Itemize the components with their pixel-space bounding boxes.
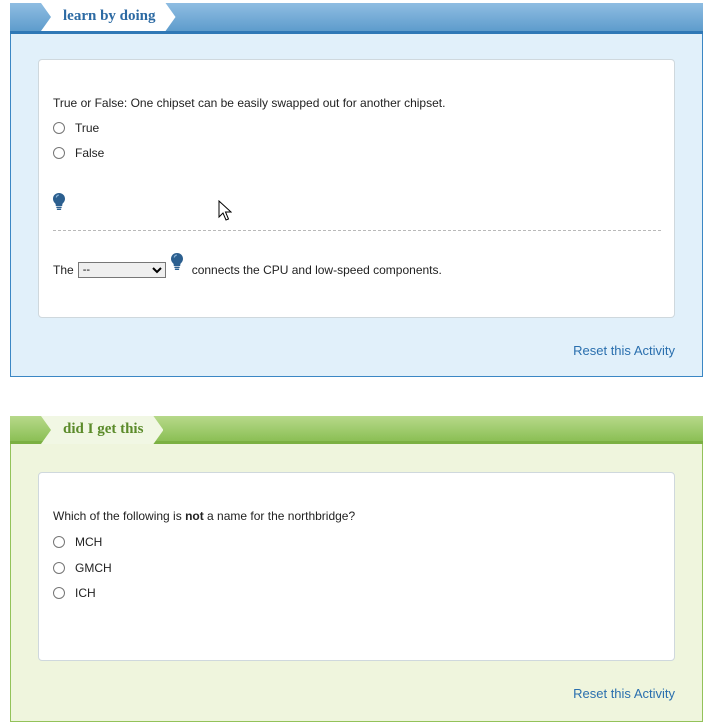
sentence-suffix: connects the CPU and low-speed component… xyxy=(191,263,442,277)
lightbulb-icon[interactable] xyxy=(170,252,184,272)
option-gmch[interactable]: GMCH xyxy=(53,561,112,575)
did-i-get-this-panel: did I get this Which of the following is… xyxy=(10,416,703,722)
option-false[interactable]: False xyxy=(53,146,104,160)
reset-activity-link[interactable]: Reset this Activity xyxy=(573,343,675,358)
divider xyxy=(53,230,661,231)
radio-gmch[interactable] xyxy=(53,562,65,574)
fill-in-sentence: The -- connects the CPU and low-speed co… xyxy=(53,253,442,280)
did-i-get-this-title: did I get this xyxy=(41,416,163,444)
option-label: ICH xyxy=(75,586,96,600)
question-emphasis: not xyxy=(185,509,204,523)
radio-mch[interactable] xyxy=(53,536,65,548)
mouse-cursor-icon xyxy=(218,200,232,221)
radio-ich[interactable] xyxy=(53,587,65,599)
question-suffix: a name for the northbridge? xyxy=(203,509,356,523)
learn-by-doing-title: learn by doing xyxy=(41,3,176,31)
question-text: Which of the following is not a name for… xyxy=(53,509,355,523)
chipset-dropdown[interactable]: -- xyxy=(77,262,166,278)
option-label: True xyxy=(75,121,100,135)
learn-by-doing-panel: learn by doing True or False: One chipse… xyxy=(10,3,703,377)
option-label: False xyxy=(75,146,105,160)
reset-activity-link[interactable]: Reset this Activity xyxy=(573,686,675,701)
option-true[interactable]: True xyxy=(53,121,99,135)
question-prefix: Which of the following is xyxy=(53,509,186,523)
option-ich[interactable]: ICH xyxy=(53,586,96,600)
option-label: MCH xyxy=(75,535,103,549)
sentence-prefix: The xyxy=(53,263,74,277)
option-label: GMCH xyxy=(75,561,112,575)
radio-false[interactable] xyxy=(53,147,65,159)
radio-true[interactable] xyxy=(53,122,65,134)
option-mch[interactable]: MCH xyxy=(53,535,102,549)
question-text: True or False: One chipset can be easily… xyxy=(53,96,446,110)
activity-card: Which of the following is not a name for… xyxy=(38,472,675,661)
activity-card: True or False: One chipset can be easily… xyxy=(38,59,675,318)
lightbulb-icon[interactable] xyxy=(52,192,66,212)
